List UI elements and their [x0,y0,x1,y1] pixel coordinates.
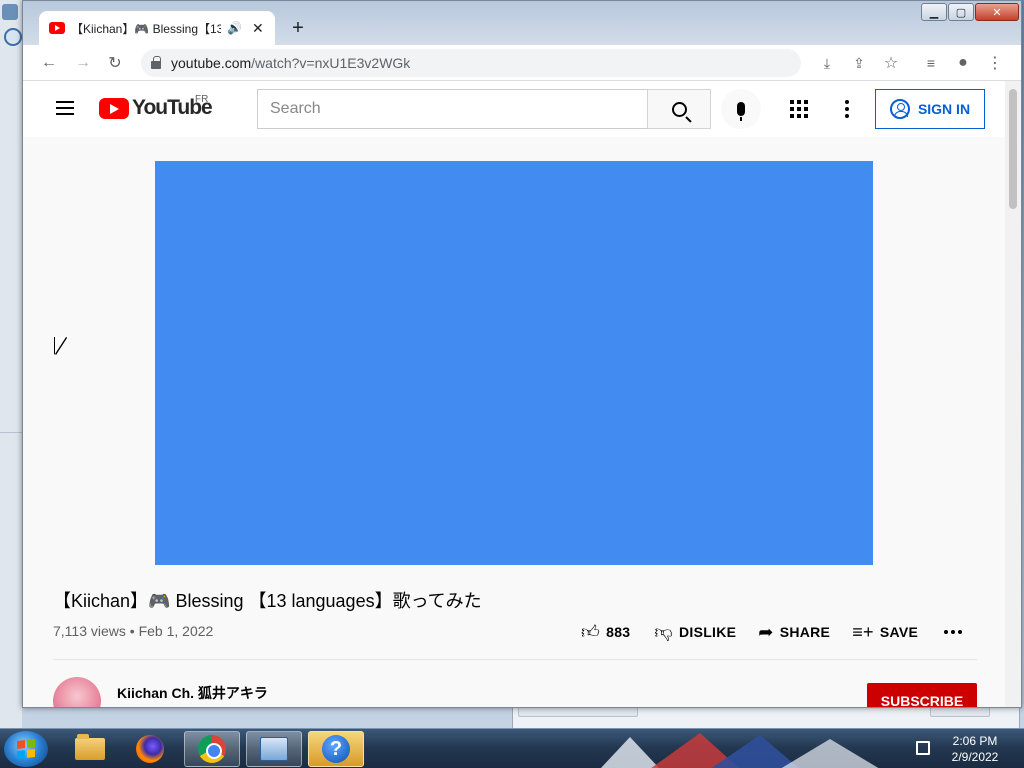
clock-date: 2/9/2022 [951,750,999,764]
clock-time: 2:06 PM [952,734,998,748]
firefox-icon [136,735,164,763]
share-page-icon[interactable]: ⇪ [845,49,873,77]
like-button[interactable]: 👍︎ 883 [581,621,630,643]
section-divider [53,659,977,660]
desktop-app-icon[interactable] [2,4,18,20]
apps-grid-icon[interactable] [783,93,815,125]
address-bar[interactable]: youtube.com/watch?v=nxU1E3v2WGk [141,49,801,77]
chrome-menu-icon[interactable]: ⋮ [981,49,1009,77]
chrome-icon [198,735,226,763]
taskbar-file-explorer[interactable] [62,731,118,767]
account-circle-icon [889,99,910,119]
reload-icon[interactable]: ↻ [101,49,129,77]
search-box[interactable] [257,89,649,129]
video-title: 【Kiichan】🎮 Blessing 【13 languages】歌ってみた [53,591,482,611]
dislike-label: DISLIKE [678,624,737,640]
dislike-button[interactable]: 👎︎ DISLIKE [654,621,736,643]
mouse-cursor-icon [55,337,66,354]
taskbar-help[interactable]: ? [308,731,364,767]
video-player[interactable] [155,161,873,565]
search-input[interactable] [270,100,630,118]
start-button[interactable] [4,731,48,767]
taskbar-remote-desktop[interactable] [246,731,302,767]
lock-icon[interactable] [151,56,161,69]
back-arrow-icon[interactable]: ← [35,49,63,77]
wallpaper-art [600,733,879,768]
sign-in-label: SIGN IN [917,101,971,117]
system-clock[interactable]: 2:06 PM 2/9/2022 [938,733,1012,765]
minimize-button[interactable]: ▁ [921,3,947,21]
hamburger-menu-icon[interactable] [51,97,79,121]
share-button[interactable]: ➦ SHARE [758,622,830,643]
chrome-window: 【Kiichan】🎮 Blessing【13 languages】歌ってみた 🔊… [22,0,1022,708]
upload-date: Feb 1, 2022 [138,623,214,639]
maximize-button[interactable]: ▢ [948,3,974,21]
channel-avatar[interactable] [53,677,101,707]
search-icon [671,101,687,117]
bookmark-star-icon[interactable]: ☆ [877,49,905,77]
url-host: youtube.com [171,55,252,71]
browser-toolbar: ← → ↻ youtube.com/watch?v=nxU1E3v2WGk ⤓ … [23,45,1021,81]
install-app-icon[interactable]: ⤓ [813,49,841,77]
desktop-globe-icon[interactable] [4,28,22,46]
thumbs-up-icon: 👍︎ [581,622,601,642]
title-bar[interactable]: 【Kiichan】🎮 Blessing【13 languages】歌ってみた 🔊… [23,1,1021,45]
youtube-favicon-icon [49,22,65,34]
browser-tab[interactable]: 【Kiichan】🎮 Blessing【13 languages】歌ってみた 🔊… [39,11,275,45]
share-arrow-icon: ➦ [758,621,774,642]
share-label: SHARE [779,624,831,640]
settings-more-icon[interactable] [835,93,859,125]
media-queue-icon[interactable]: ≡ [917,49,945,77]
windows-logo-icon [17,739,35,759]
subscribe-button[interactable]: SUBSCRIBE [867,683,977,707]
page-scrollbar[interactable] [1005,81,1021,707]
playlist-add-icon: ≡+ [852,621,874,642]
desktop-divider [0,432,22,433]
forward-arrow-icon[interactable]: → [69,49,97,77]
save-button[interactable]: ≡+ SAVE [852,622,918,643]
taskbar-firefox[interactable] [122,731,178,767]
tab-close-icon[interactable]: ✕ [252,20,264,37]
tab-audio-icon[interactable]: 🔊 [227,21,242,35]
country-code: FR [195,94,209,105]
close-window-button[interactable]: ✕ [975,3,1019,21]
taskbar: ? 2:06 PM 2/9/2022 [0,728,1024,768]
url-path: /watch?v=nxU1E3v2WGk [251,55,411,71]
search-button[interactable] [647,89,711,129]
url-text[interactable]: youtube.com/watch?v=nxU1E3v2WGk [171,55,410,71]
taskbar-chrome[interactable] [184,731,240,767]
web-page: YouTube FR SIGN IN 【Kiichan】🎮 Blessing 【 [23,81,1005,707]
folder-icon [75,734,105,760]
scrollbar-thumb[interactable] [1009,89,1017,209]
network-icon[interactable] [916,741,930,755]
microphone-icon [737,102,745,121]
save-label: SAVE [879,624,919,640]
sign-in-button[interactable]: SIGN IN [875,89,985,129]
view-count: 7,113 views [53,623,126,639]
tab-title: 【Kiichan】🎮 Blessing【13 languages】歌ってみた [71,21,221,36]
help-icon: ? [322,735,350,763]
video-actions: 👍︎ 883 👎︎ DISLIKE ➦ SHARE ≡+ SAVE [581,621,963,643]
like-count: 883 [606,624,631,640]
youtube-play-icon [99,97,129,119]
more-actions-icon[interactable] [944,630,963,634]
desktop-edge [0,0,22,728]
thumbs-down-icon: 👎︎ [654,622,673,642]
meta-separator: • [129,623,135,639]
video-meta: 7,113 views • Feb 1, 2022 [53,623,213,639]
voice-search-button[interactable] [721,89,761,129]
youtube-header: YouTube FR SIGN IN [23,81,1005,137]
new-tab-button[interactable]: + [285,15,311,41]
profile-icon[interactable]: ● [949,49,977,77]
channel-name[interactable]: Kiichan Ch. 狐井アキラ [117,683,268,703]
remote-desktop-icon [260,737,288,761]
